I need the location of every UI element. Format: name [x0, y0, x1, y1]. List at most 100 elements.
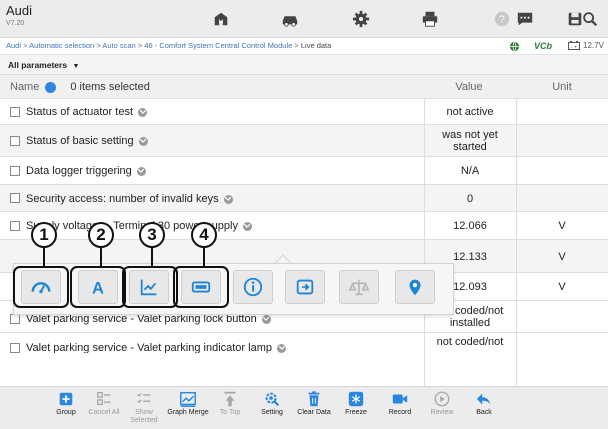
breadcrumb-item[interactable]: Automatic selection — [29, 41, 94, 50]
back-arrow-icon — [476, 393, 491, 405]
folder-save-icon — [296, 279, 314, 295]
info-button[interactable] — [233, 270, 273, 304]
callout-marker: 4 — [191, 222, 217, 248]
breadcrumb-item[interactable]: 46 - Comfort System Central Control Modu… — [144, 41, 292, 50]
table-header: Name 0 items selected Value Unit — [0, 75, 608, 99]
svg-text:?: ? — [499, 15, 505, 26]
review-button[interactable]: Review — [420, 389, 464, 429]
highlight-box — [122, 266, 178, 308]
selection-count: 0 items selected — [70, 81, 150, 93]
top-toolbar: Audi V7.20 M ? — [0, 0, 608, 38]
callout-marker: 2 — [88, 222, 114, 248]
row-checkbox[interactable] — [10, 343, 20, 353]
row-checkbox[interactable] — [10, 166, 20, 176]
svg-text:M: M — [219, 20, 224, 26]
parameter-name: Security access: number of invalid keys — [26, 193, 233, 205]
parameter-unit: V — [558, 251, 566, 263]
breadcrumb-item: Live data — [300, 41, 332, 50]
parameter-filter-dropdown[interactable]: All parameters ▼ — [8, 60, 79, 70]
chevron-down-icon[interactable] — [277, 343, 286, 353]
message-icon — [517, 12, 533, 26]
battery-voltage: - + 12.7V — [568, 41, 604, 50]
callout-marker: 1 — [31, 222, 57, 248]
parameter-name: Data logger triggering — [26, 165, 146, 177]
breadcrumb-item[interactable]: Audi — [6, 41, 21, 50]
select-all-toggle-icon[interactable] — [45, 81, 57, 93]
callout-line — [151, 246, 153, 266]
record-button[interactable]: Record — [378, 389, 422, 429]
breadcrumb: Audi > Automatic selection > Auto scan >… — [6, 41, 332, 50]
row-checkbox[interactable] — [10, 314, 20, 324]
freeze-button[interactable]: Freeze — [334, 389, 378, 429]
to-top-button[interactable]: To Top — [208, 389, 252, 429]
search-button[interactable] — [573, 4, 607, 34]
parameter-value: was not yet started — [442, 129, 498, 153]
graph-merge-icon — [180, 391, 196, 407]
parameter-value: not active — [446, 106, 494, 118]
compare-button[interactable] — [339, 270, 379, 304]
chevron-down-icon[interactable] — [138, 136, 148, 146]
parameter-value: 0 — [466, 193, 474, 205]
unit-column-header: Unit — [552, 81, 572, 93]
callout-marker: 3 — [139, 222, 165, 248]
vehicle-icon — [282, 16, 298, 27]
setting-icon — [265, 392, 280, 407]
settings-button[interactable] — [327, 4, 395, 34]
row-checkbox[interactable] — [10, 107, 20, 117]
parameter-value: 12.133 — [453, 251, 487, 263]
print-button[interactable] — [396, 4, 464, 34]
home-button[interactable]: M — [187, 4, 255, 34]
chevron-down-icon[interactable] — [261, 314, 271, 324]
to-top-icon — [224, 391, 236, 407]
video-record-icon — [392, 394, 408, 404]
show-selected-icon — [137, 393, 151, 404]
column-divider — [424, 99, 425, 386]
show-selected-button[interactable]: Show Selected — [122, 389, 166, 429]
callout-line — [43, 246, 45, 266]
clear-data-button[interactable]: Clear Data — [292, 389, 336, 429]
parameter-value: N/A — [460, 165, 480, 177]
search-icon — [583, 12, 598, 27]
parameter-name: Valet parking service - Valet parking in… — [26, 342, 286, 353]
setting-button[interactable]: Setting — [250, 389, 294, 429]
chevron-down-icon[interactable] — [223, 194, 233, 204]
app-title: Audi — [6, 3, 33, 18]
pin-button[interactable] — [395, 270, 435, 304]
breadcrumb-item[interactable]: Auto scan — [102, 41, 135, 50]
print-icon — [422, 11, 438, 27]
vci-status: VCb — [534, 41, 552, 51]
row-checkbox[interactable] — [10, 221, 20, 231]
vehicle-menu-button[interactable] — [256, 4, 324, 34]
parameter-unit: V — [558, 281, 566, 293]
network-icon — [509, 41, 520, 52]
balance-scale-icon — [348, 279, 370, 296]
chevron-down-icon[interactable] — [138, 107, 148, 117]
play-circle-icon — [434, 391, 450, 407]
info-icon — [243, 277, 263, 297]
row-checkbox[interactable] — [10, 193, 20, 203]
filter-bar: All parameters ▼ — [0, 55, 608, 75]
back-button[interactable]: Back — [462, 389, 506, 429]
column-divider — [516, 99, 517, 386]
svg-text:- +: - + — [571, 44, 577, 50]
cancel-all-icon — [97, 392, 111, 406]
save-data-button[interactable] — [285, 270, 325, 304]
bottom-toolbar: Group Cancel All Show Selected Graph Mer… — [0, 386, 608, 429]
trash-icon — [308, 391, 320, 407]
parameter-name: Status of actuator test — [26, 106, 148, 118]
cancel-all-button[interactable]: Cancel All — [82, 389, 126, 429]
parameter-value: not coded/not — [436, 336, 504, 348]
message-button-2[interactable] — [508, 4, 542, 34]
callout-line — [203, 246, 205, 266]
dropdown-arrow-icon: ▼ — [72, 63, 80, 70]
breadcrumb-bar: Audi > Automatic selection > Auto scan >… — [0, 38, 608, 55]
chevron-down-icon[interactable] — [136, 166, 146, 176]
highlight-box — [13, 266, 69, 308]
parameter-value: 12.066 — [453, 220, 487, 232]
chevron-down-icon[interactable] — [242, 221, 252, 231]
value-column-header: Value — [455, 81, 483, 93]
row-checkbox[interactable] — [10, 136, 20, 146]
name-column-header: Name 0 items selected — [10, 81, 150, 93]
graph-merge-button[interactable]: Graph Merge — [166, 389, 210, 429]
map-pin-icon — [409, 279, 421, 296]
